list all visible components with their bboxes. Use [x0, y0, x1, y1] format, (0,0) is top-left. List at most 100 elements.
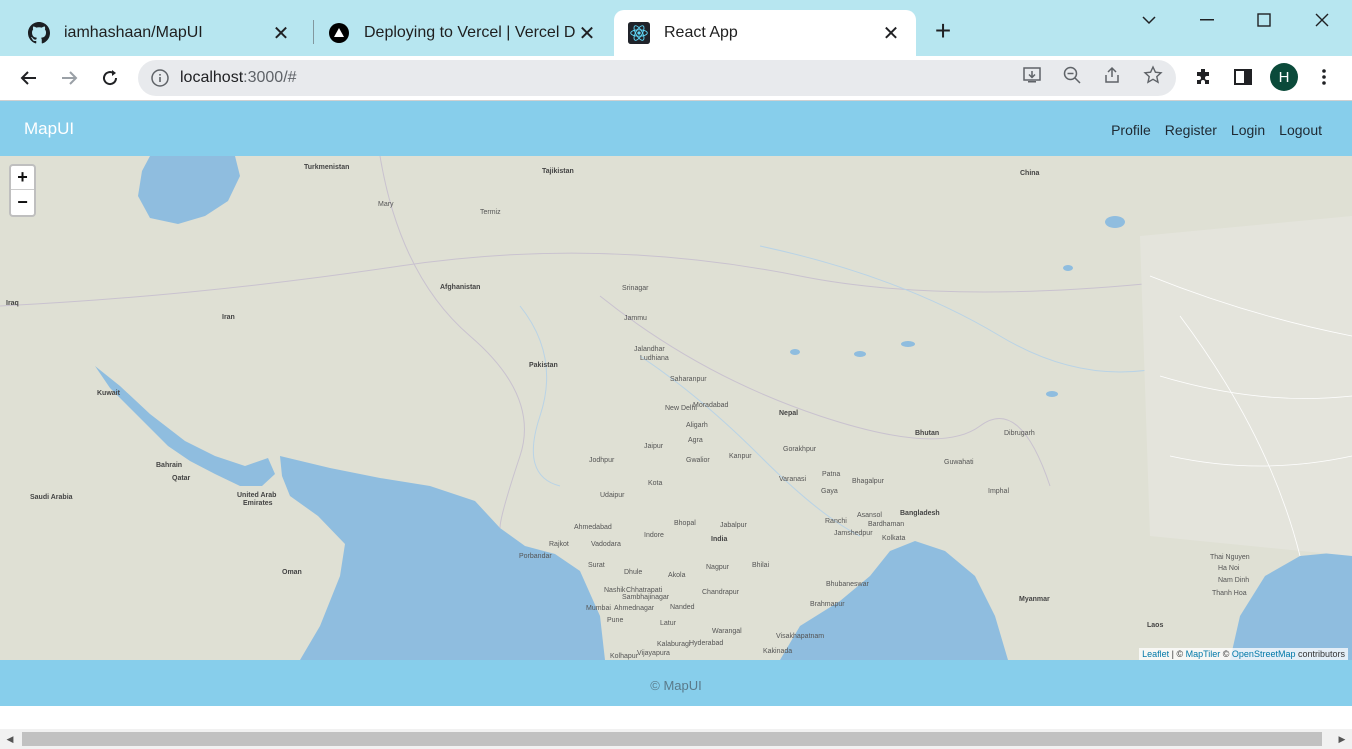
- side-panel-icon[interactable]: [1230, 64, 1256, 90]
- map-label: Asansol: [857, 512, 882, 519]
- tab-github[interactable]: iamhashaan/MapUI ✕: [14, 10, 306, 56]
- url-text: localhost:3000/#: [180, 69, 297, 87]
- map-label: Laos: [1147, 622, 1164, 629]
- nav-link-profile[interactable]: Profile: [1111, 122, 1151, 138]
- map-label: Guwahati: [944, 459, 974, 466]
- new-tab-button[interactable]: +: [929, 17, 957, 46]
- map-label: Pakistan: [529, 362, 558, 369]
- vercel-icon: [328, 22, 350, 44]
- brand-logo-text[interactable]: MapUI: [24, 119, 74, 139]
- map-label: Gorakhpur: [783, 446, 817, 453]
- map-label: Akola: [668, 572, 686, 579]
- extensions-icon[interactable]: [1190, 64, 1216, 90]
- back-icon[interactable]: [15, 64, 43, 92]
- map-label: Rajkot: [549, 541, 569, 548]
- map-label: Ha Noi: [1218, 565, 1240, 572]
- nav-link-register[interactable]: Register: [1165, 122, 1217, 138]
- map-label: Agra: [688, 437, 703, 444]
- github-icon: [28, 22, 50, 44]
- map-label: Iraq: [6, 300, 19, 307]
- maximize-icon[interactable]: [1244, 6, 1284, 34]
- map-label: Udaipur: [600, 492, 625, 499]
- close-icon[interactable]: ✕: [880, 22, 902, 45]
- site-info-icon[interactable]: [150, 68, 170, 88]
- map-label: Saharanpur: [670, 376, 707, 383]
- map-label: Visakhapatnam: [776, 633, 825, 640]
- close-icon[interactable]: ✕: [270, 22, 292, 45]
- forward-icon[interactable]: [55, 64, 83, 92]
- map-label: Varanasi: [779, 476, 807, 483]
- map-label: Bhutan: [915, 430, 940, 437]
- map-label: Bahrain: [156, 462, 183, 469]
- map-label: Chhatrapati: [626, 587, 663, 594]
- url-path: :3000/#: [243, 69, 297, 86]
- tab-vercel[interactable]: Deploying to Vercel | Vercel Docs ✕: [314, 10, 612, 56]
- map-label: Ahmedabad: [574, 524, 612, 531]
- browser-toolbar: localhost:3000/# H: [0, 56, 1352, 100]
- map-label: Chandrapur: [702, 589, 739, 596]
- reload-icon[interactable]: [96, 64, 124, 92]
- scroll-right-icon[interactable]: ▶: [1336, 733, 1348, 745]
- map-container[interactable]: Turkmenistan Tajikistan China Afghanista…: [0, 156, 1352, 660]
- map-attribution: Leaflet | © MapTiler © OpenStreetMap con…: [1139, 648, 1348, 660]
- maptiler-link[interactable]: MapTiler: [1186, 649, 1221, 659]
- scrollbar-thumb[interactable]: [22, 732, 1322, 746]
- nav-links: Profile Register Login Logout: [1111, 122, 1322, 138]
- zoom-in-button[interactable]: +: [11, 166, 34, 190]
- map-label: Kolkata: [882, 535, 906, 542]
- map-label: Kalaburagi: [657, 641, 691, 648]
- map-label: Bardhaman: [868, 521, 905, 528]
- map-label: Ranchi: [825, 518, 847, 525]
- menu-kebab-icon[interactable]: [1311, 64, 1337, 90]
- map-zoom-control: + −: [9, 164, 36, 217]
- map-label: Brahmapur: [810, 601, 845, 608]
- map-label: Indore: [644, 532, 664, 539]
- map-label: Jaipur: [644, 443, 664, 450]
- map-label: Myanmar: [1019, 596, 1050, 603]
- map-label: Thai Nguyen: [1210, 554, 1250, 561]
- map-label: Termiz: [480, 209, 501, 216]
- close-icon[interactable]: ✕: [576, 22, 598, 45]
- attribution-separator: ©: [1220, 649, 1232, 659]
- install-app-icon[interactable]: [1021, 64, 1043, 86]
- map-label: Jammu: [624, 315, 647, 322]
- map-label: Kakinada: [763, 648, 793, 655]
- map-label: Oman: [282, 569, 302, 576]
- map-label: India: [711, 536, 728, 543]
- minimize-icon[interactable]: [1187, 6, 1227, 34]
- react-icon: [628, 22, 650, 44]
- map-label: Hyderabad: [689, 640, 724, 647]
- map-label: Kanpur: [729, 453, 752, 460]
- nav-link-login[interactable]: Login: [1231, 122, 1265, 138]
- map-label: Nanded: [670, 604, 695, 611]
- osm-link[interactable]: OpenStreetMap: [1232, 649, 1296, 659]
- map-label: Vijayapura: [637, 650, 670, 657]
- close-window-icon[interactable]: [1302, 6, 1342, 34]
- map-label: Kuwait: [97, 390, 120, 397]
- map-label: Mary: [378, 201, 394, 208]
- share-icon[interactable]: [1101, 64, 1123, 86]
- map-label: Nepal: [779, 410, 799, 417]
- map-label: Sambhajinagar: [622, 594, 670, 601]
- leaflet-link[interactable]: Leaflet: [1142, 649, 1169, 659]
- horizontal-scrollbar[interactable]: ◀ ▶: [0, 729, 1352, 749]
- profile-avatar[interactable]: H: [1270, 63, 1298, 91]
- tab-react-app[interactable]: React App ✕: [614, 10, 916, 56]
- map-label: Jabalpur: [720, 522, 747, 529]
- zoom-out-button[interactable]: −: [11, 190, 34, 214]
- app-footer: © MapUI: [0, 660, 1352, 706]
- map-label: Ahmednagar: [614, 605, 655, 612]
- scroll-left-icon[interactable]: ◀: [4, 733, 16, 745]
- bookmark-star-icon[interactable]: [1142, 64, 1164, 86]
- map-label: Dibrugarh: [1004, 430, 1035, 437]
- map-label: Nashik: [604, 587, 626, 594]
- map-label: Mumbai: [586, 605, 611, 612]
- map-label: Turkmenistan: [304, 164, 350, 171]
- map-label: Jamshedpur: [834, 530, 873, 537]
- nav-link-logout[interactable]: Logout: [1279, 122, 1322, 138]
- map-label: Surat: [588, 562, 605, 569]
- app-navbar: MapUI Profile Register Login Logout: [0, 101, 1352, 156]
- tab-search-icon[interactable]: [1129, 6, 1169, 34]
- zoom-out-icon[interactable]: [1061, 64, 1083, 86]
- attribution-tail: contributors: [1295, 649, 1345, 659]
